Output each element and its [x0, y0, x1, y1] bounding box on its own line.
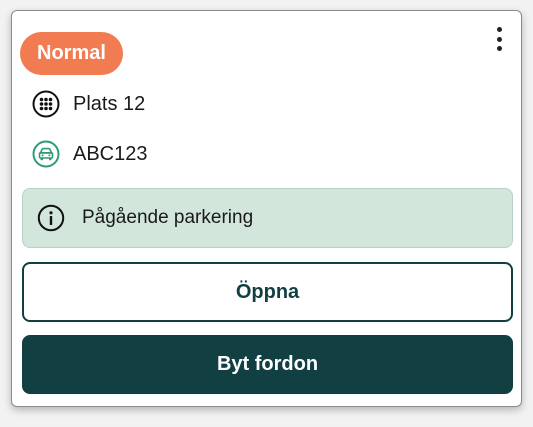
parking-card: Normal Plats 12 ABC123 Pågående parkerin… [11, 10, 522, 407]
info-text: Pågående parkering [82, 207, 254, 228]
location-label: Plats 12 [73, 92, 146, 115]
status-badge: Normal [20, 32, 123, 75]
car-icon [32, 140, 60, 168]
info-icon [37, 204, 65, 232]
more-vertical-icon[interactable] [489, 25, 509, 53]
info-banner: Pågående parkering [22, 188, 513, 248]
vehicle-plate: ABC123 [73, 142, 148, 165]
vehicle-row: ABC123 [32, 140, 148, 168]
change-vehicle-button[interactable]: Byt fordon [22, 335, 513, 394]
location-row: Plats 12 [32, 90, 145, 118]
open-button[interactable]: Öppna [22, 262, 513, 322]
grid-icon [32, 90, 60, 118]
